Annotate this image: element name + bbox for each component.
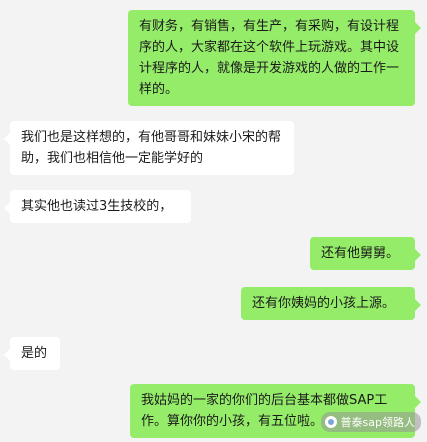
message-outgoing[interactable]: 有财务，有销售，有生产，有采购，有设计程序的人，大家都在这个软件上玩游戏。其中设… [128,10,421,106]
message-incoming[interactable]: 是的 [4,337,60,370]
message-outgoing[interactable]: 还有你姨妈的小孩上源。 [241,287,421,320]
watermark: 普泰sap领路人 [320,412,421,432]
wechat-account-icon [324,416,337,428]
chat-conversation: 有财务，有销售，有生产，有采购，有设计程序的人，大家都在这个软件上玩游戏。其中设… [0,0,427,442]
watermark-text: 普泰sap领路人 [340,416,415,429]
message-outgoing[interactable]: 还有他舅舅。 [310,237,421,270]
message-incoming[interactable]: 其实他也读过3生技校的， [4,190,191,223]
message-incoming[interactable]: 我们也是这样想的，有他哥哥和妹妹小宋的帮助，我们也相信他一定能学好的 [4,121,294,175]
